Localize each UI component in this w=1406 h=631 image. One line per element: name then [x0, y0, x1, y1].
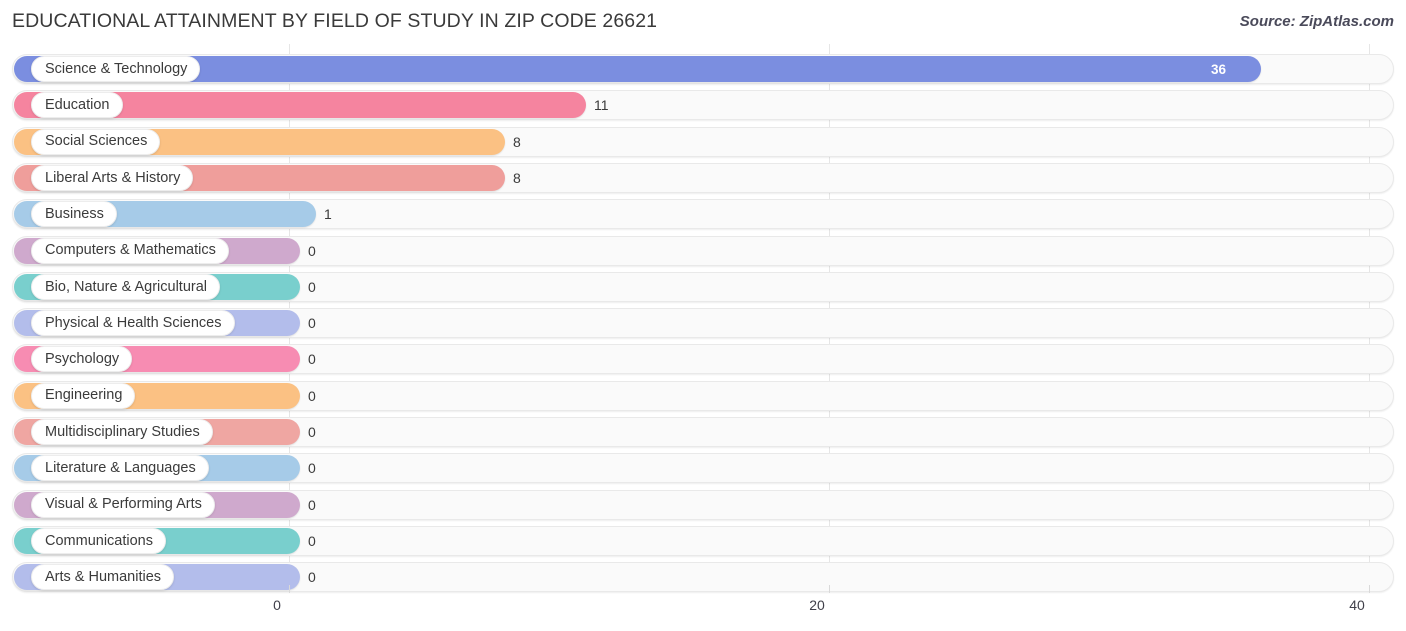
bar-value-label: 0	[308, 351, 316, 368]
category-label-text: Engineering	[45, 387, 123, 404]
category-label-text: Business	[45, 205, 104, 222]
category-label-text: Visual & Performing Arts	[45, 496, 202, 513]
bar-row[interactable]: Engineering 0	[12, 380, 1394, 411]
category-label[interactable]: Engineering	[31, 382, 136, 409]
bar-row[interactable]: Computers & Mathematics 0	[12, 235, 1394, 266]
category-label-text: Physical & Health Sciences	[45, 314, 222, 331]
category-label-text: Bio, Nature & Agricultural	[45, 278, 207, 295]
bar-value-label: 0	[308, 278, 316, 295]
bar-row[interactable]: Business 1	[12, 199, 1394, 230]
bar-value-label: 8	[513, 169, 521, 186]
bar-value-label: 8	[513, 133, 521, 150]
category-label-text: Literature & Languages	[45, 460, 196, 477]
x-tick-label: 0	[273, 597, 281, 613]
bar-row[interactable]: Physical & Health Sciences 0	[12, 308, 1394, 339]
bar-value-label: 36	[1211, 61, 1227, 77]
category-label-text: Education	[45, 97, 110, 114]
category-label-text: Psychology	[45, 351, 120, 368]
category-label-text: Multidisciplinary Studies	[45, 423, 200, 440]
bar-value-label: 0	[308, 242, 316, 259]
category-label[interactable]: Physical & Health Sciences	[31, 310, 235, 337]
x-tick-mark	[289, 585, 290, 593]
plot-area: Science & Technology 36 Education 11 Social …	[0, 44, 1406, 593]
page-title: EDUCATIONAL ATTAINMENT BY FIELD OF STUDY…	[12, 10, 658, 32]
bar-rows: Science & Technology 36 Education 11 Social …	[0, 44, 1406, 593]
category-label-text: Liberal Arts & History	[45, 169, 181, 186]
category-label[interactable]: Liberal Arts & History	[31, 164, 194, 191]
chart-container: EDUCATIONAL ATTAINMENT BY FIELD OF STUDY…	[0, 0, 1406, 631]
category-label[interactable]: Multidisciplinary Studies	[31, 419, 213, 445]
category-label[interactable]: Science & Technology	[31, 56, 201, 82]
x-tick-mark	[1369, 585, 1370, 593]
category-label[interactable]: Business	[31, 201, 117, 228]
bar-value-label: 0	[308, 315, 316, 332]
x-axis: 0 20 40	[0, 585, 1406, 631]
category-label-text: Arts & Humanities	[45, 568, 162, 585]
bar-row[interactable]: Communications 0	[12, 525, 1394, 556]
bar-value-label: 0	[308, 532, 316, 549]
x-tick-label: 40	[1349, 597, 1365, 613]
source-attribution: Source: ZipAtlas.com	[1239, 13, 1394, 30]
bar-value-label: 0	[308, 460, 316, 477]
category-label[interactable]: Arts & Humanities	[31, 564, 175, 591]
bar-value-label: 1	[324, 206, 332, 223]
bar-value-label: 11	[594, 97, 609, 114]
bar-row[interactable]: Multidisciplinary Studies 0	[12, 417, 1394, 447]
category-label[interactable]: Computers & Mathematics	[31, 237, 229, 264]
bar-row[interactable]: Social Sciences 8	[12, 126, 1394, 157]
bar-row[interactable]: Literature & Languages 0	[12, 453, 1394, 484]
bar-value-label: 0	[308, 387, 316, 404]
category-label[interactable]: Bio, Nature & Agricultural	[31, 273, 220, 300]
category-label-text: Science & Technology	[45, 60, 188, 77]
bar-row[interactable]: Bio, Nature & Agricultural 0	[12, 271, 1394, 302]
bar-row[interactable]: Education 11	[12, 90, 1394, 121]
category-label-text: Communications	[45, 532, 153, 549]
category-label[interactable]: Literature & Languages	[31, 455, 209, 482]
bar-row[interactable]: Science & Technology 36	[12, 54, 1394, 84]
chart-header: EDUCATIONAL ATTAINMENT BY FIELD OF STUDY…	[0, 0, 1406, 44]
x-tick-label: 20	[809, 597, 825, 613]
value-bar[interactable]	[14, 56, 1261, 82]
bar-row[interactable]: Visual & Performing Arts 0	[12, 489, 1394, 520]
bar-value-label: 0	[308, 496, 316, 513]
category-label[interactable]: Social Sciences	[31, 128, 161, 155]
category-label[interactable]: Visual & Performing Arts	[31, 491, 215, 518]
bar-value-label: 0	[308, 424, 316, 440]
category-label[interactable]: Education	[31, 92, 123, 119]
bar-row[interactable]: Psychology 0	[12, 344, 1394, 375]
bar-row[interactable]: Arts & Humanities 0	[12, 562, 1394, 593]
category-label-text: Social Sciences	[45, 133, 148, 150]
x-tick-mark	[829, 585, 830, 593]
bar-value-label: 0	[308, 569, 316, 586]
category-label[interactable]: Communications	[31, 527, 166, 554]
category-label-text: Computers & Mathematics	[45, 242, 216, 259]
category-label[interactable]: Psychology	[31, 346, 133, 373]
bar-row[interactable]: Liberal Arts & History 8	[12, 162, 1394, 193]
